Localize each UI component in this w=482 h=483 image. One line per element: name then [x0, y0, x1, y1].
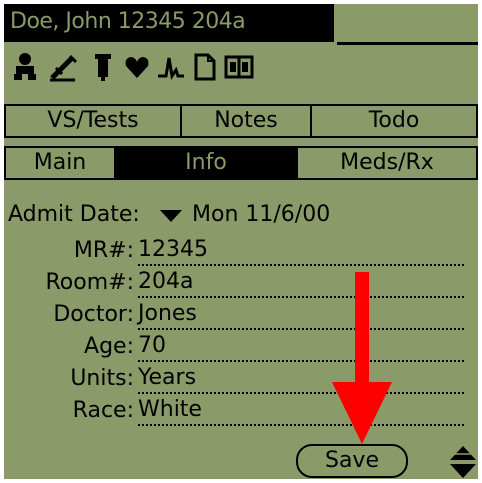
admit-date-picker[interactable]: Mon 11/6/00 — [192, 202, 330, 227]
field-row-mr: MR#: 12345 — [4, 236, 478, 268]
scroll-arrows-icon[interactable] — [448, 444, 478, 479]
title-bar-rule — [337, 4, 478, 45]
dropdown-arrow-icon[interactable] — [160, 210, 182, 224]
book-icon[interactable] — [224, 52, 254, 82]
tab-todo[interactable]: Todo — [310, 104, 478, 138]
title-bar: Doe, John 12345 204a — [4, 4, 478, 45]
injection-icon[interactable] — [48, 52, 78, 82]
icon-toolbar — [4, 48, 478, 88]
field-label-mr: MR#: — [73, 238, 134, 263]
annotation-arrow-icon — [332, 272, 392, 444]
field-label-doctor: Doctor: — [53, 302, 134, 327]
field-row-room: Room#: 204a — [4, 268, 478, 300]
tab-main[interactable]: Main — [4, 146, 116, 180]
title-tab[interactable]: Doe, John 12345 204a — [4, 4, 334, 42]
field-label-race: Race: — [72, 398, 134, 423]
tab-vs-tests[interactable]: VS/Tests — [4, 104, 182, 138]
document-icon[interactable] — [190, 52, 220, 82]
palm-screen: Doe, John 12345 204a VS/Tests Notes Todo… — [4, 4, 478, 479]
field-label-age: Age: — [84, 334, 134, 359]
field-input-units[interactable]: Years — [138, 364, 464, 394]
tab-info[interactable]: Info — [114, 146, 298, 180]
field-row-units: Units: Years — [4, 364, 478, 396]
tab-notes[interactable]: Notes — [180, 104, 312, 138]
person-icon[interactable] — [10, 52, 40, 82]
tab-row-top: VS/Tests Notes Todo — [4, 104, 478, 140]
field-input-age[interactable]: 70 — [138, 332, 464, 362]
field-input-mr[interactable]: 12345 — [138, 236, 464, 266]
test-tube-icon[interactable] — [88, 52, 118, 82]
field-input-room[interactable]: 204a — [138, 268, 464, 298]
field-label-units: Units: — [70, 366, 134, 391]
admit-date-row: Admit Date: Mon 11/6/00 — [8, 200, 468, 232]
patient-title: Doe, John 12345 204a — [10, 9, 246, 34]
field-label-room: Room#: — [45, 270, 135, 295]
heart-icon[interactable] — [122, 52, 152, 82]
admit-date-label: Admit Date: — [8, 202, 140, 227]
pulse-wave-icon[interactable] — [156, 52, 186, 82]
field-input-doctor[interactable]: Jones — [138, 300, 464, 330]
field-row-doctor: Doctor: Jones — [4, 300, 478, 332]
field-row-race: Race: White — [4, 396, 478, 428]
tab-meds-rx[interactable]: Meds/Rx — [296, 146, 478, 180]
field-row-age: Age: 70 — [4, 332, 478, 364]
tab-row-bottom: Main Info Meds/Rx — [4, 146, 478, 182]
field-input-race[interactable]: White — [138, 396, 464, 426]
